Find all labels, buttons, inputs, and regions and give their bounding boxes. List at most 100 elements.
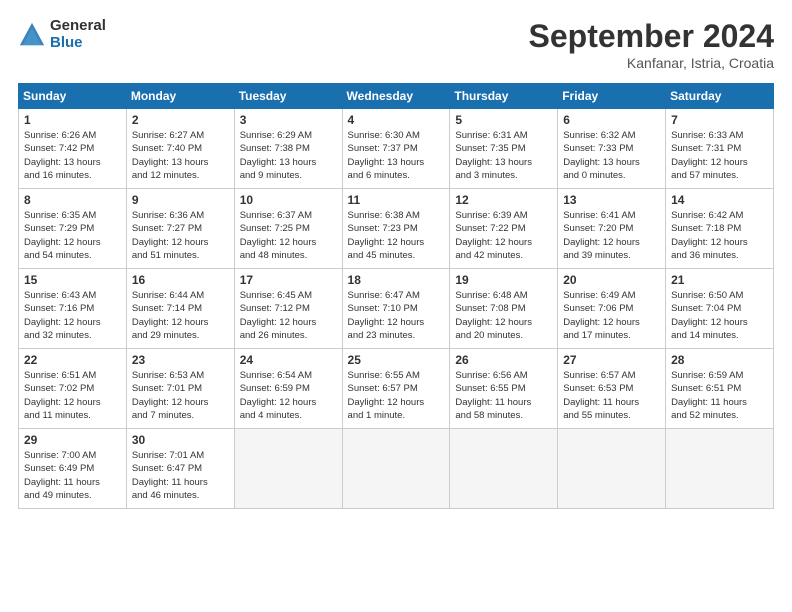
col-sunday: Sunday xyxy=(19,84,127,109)
day-info: Sunrise: 6:43 AM Sunset: 7:16 PM Dayligh… xyxy=(24,289,122,342)
day-info: Sunrise: 6:42 AM Sunset: 7:18 PM Dayligh… xyxy=(671,209,769,262)
day-info: Sunrise: 6:35 AM Sunset: 7:29 PM Dayligh… xyxy=(24,209,122,262)
day-number: 21 xyxy=(671,273,769,287)
day-number: 30 xyxy=(132,433,230,447)
day-info: Sunrise: 7:00 AM Sunset: 6:49 PM Dayligh… xyxy=(24,449,122,502)
day-info: Sunrise: 6:54 AM Sunset: 6:59 PM Dayligh… xyxy=(240,369,338,422)
header: General Blue September 2024 Kanfanar, Is… xyxy=(18,18,774,71)
calendar-cell: 6 Sunrise: 6:32 AM Sunset: 7:33 PM Dayli… xyxy=(558,109,666,189)
day-info: Sunrise: 7:01 AM Sunset: 6:47 PM Dayligh… xyxy=(132,449,230,502)
calendar-cell: 1 Sunrise: 6:26 AM Sunset: 7:42 PM Dayli… xyxy=(19,109,127,189)
calendar-cell: 23 Sunrise: 6:53 AM Sunset: 7:01 PM Dayl… xyxy=(126,349,234,429)
col-tuesday: Tuesday xyxy=(234,84,342,109)
day-info: Sunrise: 6:36 AM Sunset: 7:27 PM Dayligh… xyxy=(132,209,230,262)
calendar-row: 29 Sunrise: 7:00 AM Sunset: 6:49 PM Dayl… xyxy=(19,429,774,509)
day-number: 10 xyxy=(240,193,338,207)
calendar-cell: 9 Sunrise: 6:36 AM Sunset: 7:27 PM Dayli… xyxy=(126,189,234,269)
title-area: September 2024 Kanfanar, Istria, Croatia xyxy=(529,18,774,71)
day-info: Sunrise: 6:30 AM Sunset: 7:37 PM Dayligh… xyxy=(348,129,446,182)
calendar-cell xyxy=(558,429,666,509)
calendar-cell: 24 Sunrise: 6:54 AM Sunset: 6:59 PM Dayl… xyxy=(234,349,342,429)
day-number: 2 xyxy=(132,113,230,127)
calendar-cell: 22 Sunrise: 6:51 AM Sunset: 7:02 PM Dayl… xyxy=(19,349,127,429)
day-info: Sunrise: 6:48 AM Sunset: 7:08 PM Dayligh… xyxy=(455,289,553,342)
calendar-cell: 30 Sunrise: 7:01 AM Sunset: 6:47 PM Dayl… xyxy=(126,429,234,509)
calendar-row: 22 Sunrise: 6:51 AM Sunset: 7:02 PM Dayl… xyxy=(19,349,774,429)
day-number: 11 xyxy=(348,193,446,207)
day-info: Sunrise: 6:27 AM Sunset: 7:40 PM Dayligh… xyxy=(132,129,230,182)
day-info: Sunrise: 6:33 AM Sunset: 7:31 PM Dayligh… xyxy=(671,129,769,182)
calendar-cell xyxy=(234,429,342,509)
calendar-cell: 7 Sunrise: 6:33 AM Sunset: 7:31 PM Dayli… xyxy=(666,109,774,189)
calendar-cell: 14 Sunrise: 6:42 AM Sunset: 7:18 PM Dayl… xyxy=(666,189,774,269)
month-title: September 2024 xyxy=(529,18,774,55)
calendar-cell: 29 Sunrise: 7:00 AM Sunset: 6:49 PM Dayl… xyxy=(19,429,127,509)
day-info: Sunrise: 6:29 AM Sunset: 7:38 PM Dayligh… xyxy=(240,129,338,182)
day-number: 28 xyxy=(671,353,769,367)
logo-general: General xyxy=(50,18,106,35)
logo-icon xyxy=(18,21,46,49)
page: General Blue September 2024 Kanfanar, Is… xyxy=(0,0,792,519)
calendar-cell: 17 Sunrise: 6:45 AM Sunset: 7:12 PM Dayl… xyxy=(234,269,342,349)
calendar-cell: 2 Sunrise: 6:27 AM Sunset: 7:40 PM Dayli… xyxy=(126,109,234,189)
day-number: 23 xyxy=(132,353,230,367)
col-monday: Monday xyxy=(126,84,234,109)
calendar-cell: 25 Sunrise: 6:55 AM Sunset: 6:57 PM Dayl… xyxy=(342,349,450,429)
day-number: 13 xyxy=(563,193,661,207)
day-info: Sunrise: 6:39 AM Sunset: 7:22 PM Dayligh… xyxy=(455,209,553,262)
day-number: 7 xyxy=(671,113,769,127)
logo-blue: Blue xyxy=(50,35,106,52)
calendar-cell: 18 Sunrise: 6:47 AM Sunset: 7:10 PM Dayl… xyxy=(342,269,450,349)
day-number: 15 xyxy=(24,273,122,287)
calendar-table: Sunday Monday Tuesday Wednesday Thursday… xyxy=(18,83,774,509)
location: Kanfanar, Istria, Croatia xyxy=(529,55,774,71)
calendar-cell: 3 Sunrise: 6:29 AM Sunset: 7:38 PM Dayli… xyxy=(234,109,342,189)
calendar-cell: 5 Sunrise: 6:31 AM Sunset: 7:35 PM Dayli… xyxy=(450,109,558,189)
day-info: Sunrise: 6:56 AM Sunset: 6:55 PM Dayligh… xyxy=(455,369,553,422)
logo-text: General Blue xyxy=(50,18,106,51)
day-number: 29 xyxy=(24,433,122,447)
col-thursday: Thursday xyxy=(450,84,558,109)
calendar-cell: 12 Sunrise: 6:39 AM Sunset: 7:22 PM Dayl… xyxy=(450,189,558,269)
calendar-cell: 26 Sunrise: 6:56 AM Sunset: 6:55 PM Dayl… xyxy=(450,349,558,429)
calendar-cell: 16 Sunrise: 6:44 AM Sunset: 7:14 PM Dayl… xyxy=(126,269,234,349)
day-number: 3 xyxy=(240,113,338,127)
day-number: 27 xyxy=(563,353,661,367)
calendar-cell: 11 Sunrise: 6:38 AM Sunset: 7:23 PM Dayl… xyxy=(342,189,450,269)
col-wednesday: Wednesday xyxy=(342,84,450,109)
day-number: 1 xyxy=(24,113,122,127)
day-info: Sunrise: 6:51 AM Sunset: 7:02 PM Dayligh… xyxy=(24,369,122,422)
day-info: Sunrise: 6:45 AM Sunset: 7:12 PM Dayligh… xyxy=(240,289,338,342)
day-number: 5 xyxy=(455,113,553,127)
day-info: Sunrise: 6:32 AM Sunset: 7:33 PM Dayligh… xyxy=(563,129,661,182)
calendar-cell: 8 Sunrise: 6:35 AM Sunset: 7:29 PM Dayli… xyxy=(19,189,127,269)
day-info: Sunrise: 6:37 AM Sunset: 7:25 PM Dayligh… xyxy=(240,209,338,262)
header-row: Sunday Monday Tuesday Wednesday Thursday… xyxy=(19,84,774,109)
day-number: 25 xyxy=(348,353,446,367)
calendar-cell: 20 Sunrise: 6:49 AM Sunset: 7:06 PM Dayl… xyxy=(558,269,666,349)
day-number: 17 xyxy=(240,273,338,287)
day-info: Sunrise: 6:50 AM Sunset: 7:04 PM Dayligh… xyxy=(671,289,769,342)
logo: General Blue xyxy=(18,18,106,51)
day-info: Sunrise: 6:53 AM Sunset: 7:01 PM Dayligh… xyxy=(132,369,230,422)
day-number: 20 xyxy=(563,273,661,287)
day-info: Sunrise: 6:59 AM Sunset: 6:51 PM Dayligh… xyxy=(671,369,769,422)
day-number: 16 xyxy=(132,273,230,287)
day-number: 26 xyxy=(455,353,553,367)
col-friday: Friday xyxy=(558,84,666,109)
day-info: Sunrise: 6:55 AM Sunset: 6:57 PM Dayligh… xyxy=(348,369,446,422)
day-info: Sunrise: 6:31 AM Sunset: 7:35 PM Dayligh… xyxy=(455,129,553,182)
day-number: 24 xyxy=(240,353,338,367)
calendar-cell: 27 Sunrise: 6:57 AM Sunset: 6:53 PM Dayl… xyxy=(558,349,666,429)
day-number: 9 xyxy=(132,193,230,207)
calendar-cell xyxy=(342,429,450,509)
day-number: 22 xyxy=(24,353,122,367)
calendar-row: 1 Sunrise: 6:26 AM Sunset: 7:42 PM Dayli… xyxy=(19,109,774,189)
calendar-cell xyxy=(666,429,774,509)
calendar-cell: 4 Sunrise: 6:30 AM Sunset: 7:37 PM Dayli… xyxy=(342,109,450,189)
calendar-row: 8 Sunrise: 6:35 AM Sunset: 7:29 PM Dayli… xyxy=(19,189,774,269)
day-info: Sunrise: 6:26 AM Sunset: 7:42 PM Dayligh… xyxy=(24,129,122,182)
calendar-row: 15 Sunrise: 6:43 AM Sunset: 7:16 PM Dayl… xyxy=(19,269,774,349)
calendar-cell: 13 Sunrise: 6:41 AM Sunset: 7:20 PM Dayl… xyxy=(558,189,666,269)
day-info: Sunrise: 6:57 AM Sunset: 6:53 PM Dayligh… xyxy=(563,369,661,422)
